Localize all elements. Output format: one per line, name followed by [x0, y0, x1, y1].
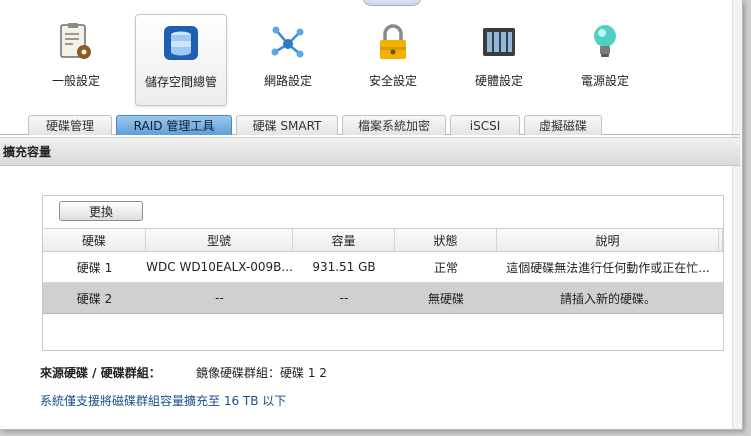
replace-button[interactable]: 更換: [59, 201, 143, 221]
column-header-status[interactable]: 狀態: [395, 229, 497, 251]
app-window: 一般設定 儲存空間總管 網路設定 安全設定 硬體設定 電源設定 硬碟管理 RAI…: [0, 0, 743, 430]
toolbar-label: 安全設定: [368, 74, 417, 88]
section-title: 擴充容量: [0, 137, 740, 166]
cell-disk: 硬碟 1: [76, 260, 113, 275]
toolbar-general-settings[interactable]: 一般設定: [30, 14, 122, 106]
lock-icon: [373, 22, 413, 62]
column-header-model[interactable]: 型號: [146, 229, 293, 251]
table-row-selected[interactable]: 硬碟 2 -- -- 無硬碟 請插入新的硬碟。: [43, 283, 723, 314]
cell-model: WDC WD10EALX-009B...: [146, 260, 293, 274]
tab-iscsi[interactable]: iSCSI: [450, 115, 520, 135]
disk-panel: 更換 硬碟 型號 容量 狀態 說明 硬碟 1 WDC WD10EALX-009B…: [42, 195, 724, 351]
cell-spacer: [719, 283, 723, 313]
toolbar-security-settings[interactable]: 安全設定: [347, 14, 439, 106]
tab-filesystem-encryption[interactable]: 檔案系統加密: [342, 115, 446, 135]
cell-capacity: 931.51 GB: [312, 260, 376, 274]
disk-table: 硬碟 型號 容量 狀態 說明 硬碟 1 WDC WD10EALX-009B...…: [43, 228, 723, 314]
toolbar-label: 網路設定: [263, 74, 312, 88]
cell-model: --: [215, 291, 224, 305]
source-disk-label: 來源硬碟 / 硬碟群組：: [40, 366, 161, 380]
cell-description: 請插入新的硬碟。: [559, 291, 656, 306]
hardware-icon: [479, 22, 519, 62]
cell-status: 無硬碟: [427, 291, 464, 306]
cell-spacer: [719, 252, 723, 282]
bulb-icon: [585, 22, 625, 62]
toolbar-storage-manager[interactable]: 儲存空間總管: [135, 14, 227, 106]
capacity-limit-note: 系統僅支援將磁碟群組容量擴充至 16 TB 以下: [40, 394, 287, 408]
column-header-disk[interactable]: 硬碟: [43, 229, 146, 251]
toolbar-label: 儲存空間總管: [144, 75, 217, 89]
toolbar-hardware-settings[interactable]: 硬體設定: [453, 14, 545, 106]
cell-status: 正常: [433, 260, 458, 275]
column-header-description[interactable]: 說明: [497, 229, 719, 251]
tab-raid-management[interactable]: RAID 管理工具: [116, 115, 232, 135]
tab-disk-management[interactable]: 硬碟管理: [28, 115, 112, 135]
cell-disk: 硬碟 2: [76, 291, 113, 306]
toolbar-power-settings[interactable]: 電源設定: [559, 14, 651, 106]
database-icon: [161, 23, 201, 63]
network-icon: [268, 22, 308, 62]
toolbar-label: 硬體設定: [474, 74, 523, 88]
clipboard-gear-icon: [56, 22, 96, 62]
tab-virtual-disk[interactable]: 虛擬磁碟: [524, 115, 602, 135]
tab-bar: 硬碟管理 RAID 管理工具 硬碟 SMART 檔案系統加密 iSCSI 虛擬磁…: [0, 113, 740, 135]
column-header-spacer: [719, 229, 723, 251]
table-header: 硬碟 型號 容量 狀態 說明: [43, 228, 723, 252]
toolbar-network-settings[interactable]: 網路設定: [242, 14, 334, 106]
toolbar-label: 電源設定: [580, 74, 629, 88]
main-toolbar: 一般設定 儲存空間總管 網路設定 安全設定 硬體設定 電源設定: [0, 0, 740, 108]
toolbar-label: 一般設定: [51, 74, 100, 88]
cell-description: 這個硬碟無法進行任何動作或正在忙...: [506, 260, 710, 275]
table-row[interactable]: 硬碟 1 WDC WD10EALX-009B... 931.51 GB 正常 這…: [43, 252, 723, 283]
column-header-capacity[interactable]: 容量: [293, 229, 395, 251]
tab-disk-smart[interactable]: 硬碟 SMART: [236, 115, 338, 135]
cell-capacity: --: [339, 291, 349, 305]
source-disk-value: 鏡像硬碟群組：硬碟 1 2: [196, 366, 327, 380]
